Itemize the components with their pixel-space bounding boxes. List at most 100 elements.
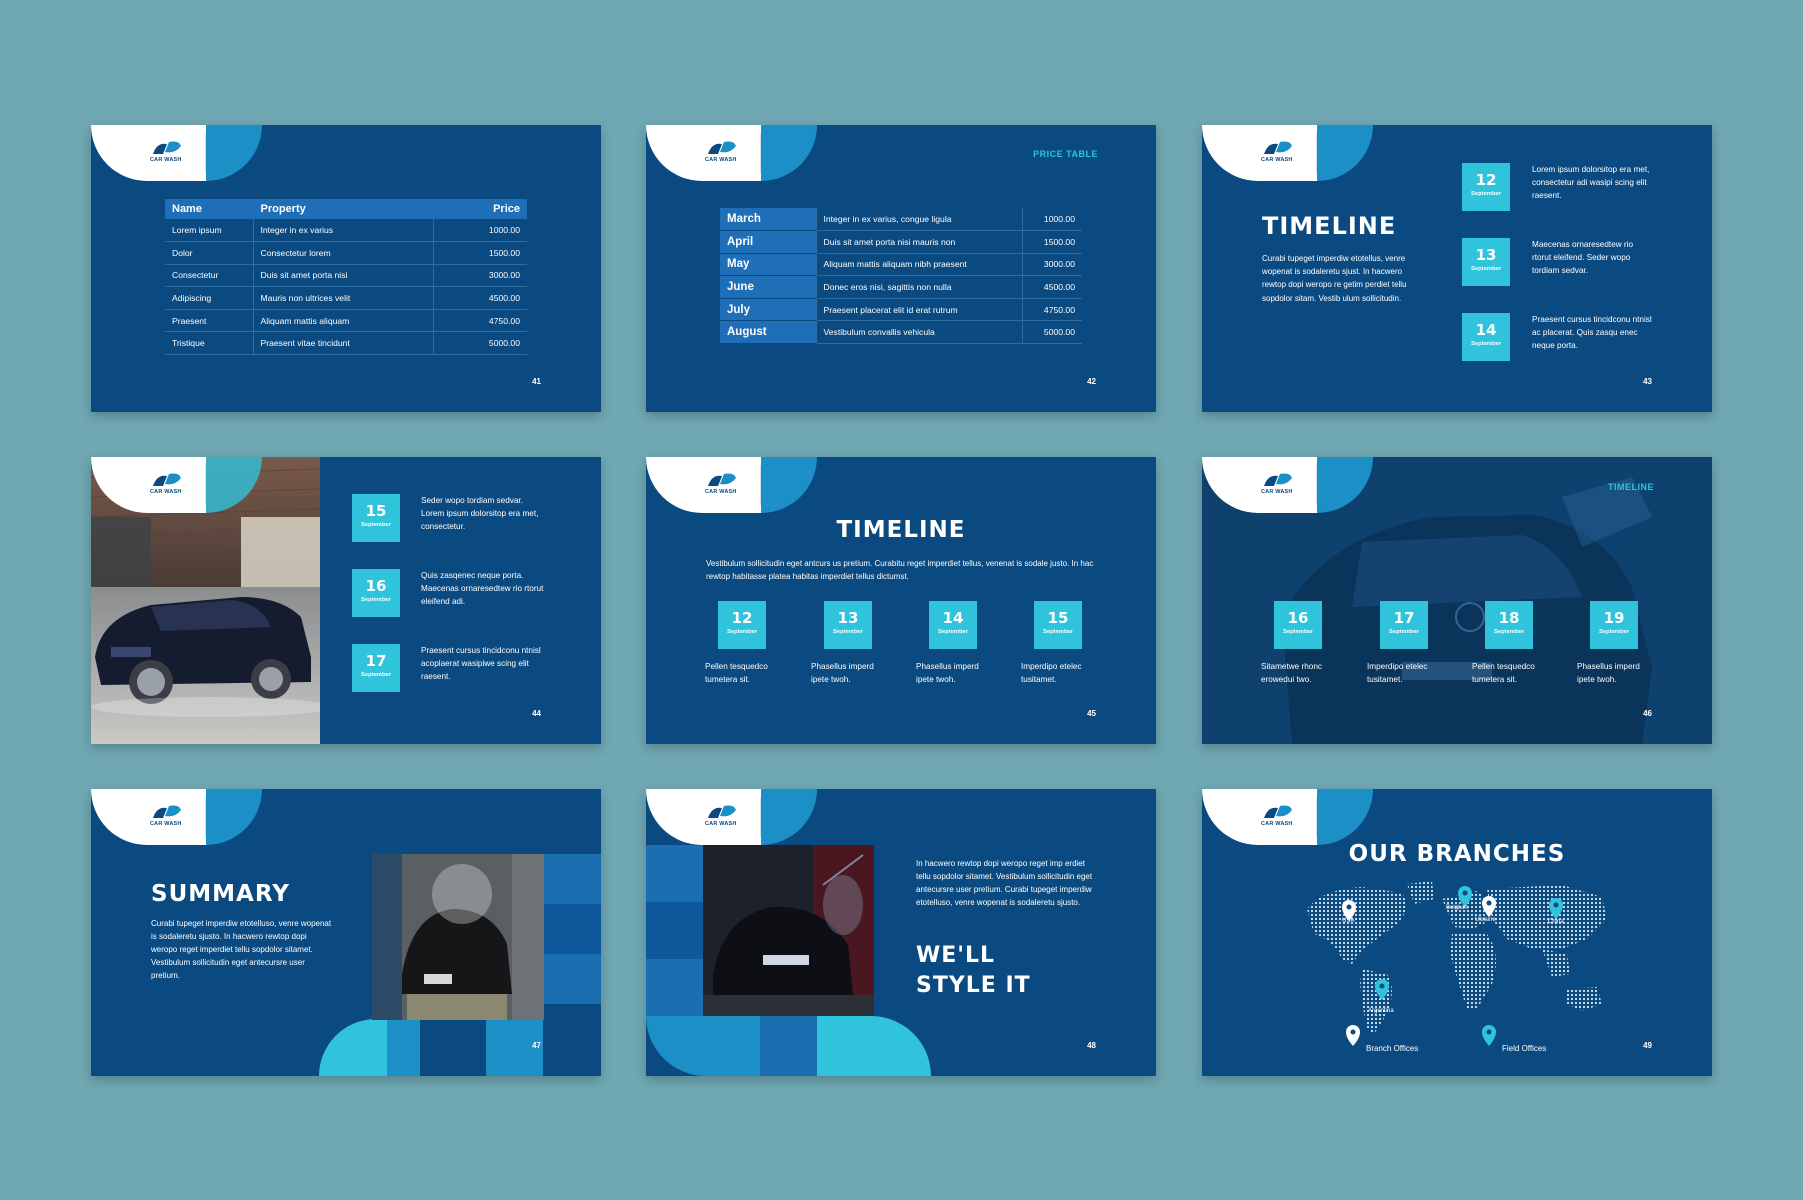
timeline-text: Seder wopo tordiam sedvar. Lorem ipsum d… <box>421 496 539 531</box>
timeline-text: Phasellus imperd ipete twoh. <box>916 662 979 684</box>
date-month: September <box>1471 266 1501 272</box>
table-row: Adipiscing Mauris non ultrices velit 4500.… <box>165 286 527 310</box>
date-month: September <box>833 629 863 635</box>
map-label-ukraine: Ukraine <box>1475 917 1496 923</box>
decor-square <box>387 1019 420 1076</box>
decor-square <box>543 854 601 904</box>
slide-41[interactable]: CAR WASH Name Property Price Lorem ipsum… <box>91 125 601 412</box>
slide-body: Curabi tupeget imperdiw etotellus, venre… <box>1262 254 1407 303</box>
date-box: 14 September <box>1462 313 1510 361</box>
branch-office-icon <box>1346 1025 1360 1046</box>
car-wash-logo-icon <box>153 141 181 154</box>
decor-square <box>420 1019 477 1076</box>
table-cell: Dolor <box>165 241 253 265</box>
map-label-belgium: Belgium <box>1446 905 1468 911</box>
logo-text: CAR WASH <box>705 821 737 827</box>
date-month: September <box>1471 191 1501 197</box>
date-month: September <box>1389 629 1419 635</box>
table-cell: 1000.00 <box>432 219 527 243</box>
logo: CAR WASH <box>91 125 206 181</box>
slide-47[interactable]: CAR WASH SUMMARY Curabi tupeget imperdiw… <box>91 789 601 1076</box>
slide-44[interactable]: CAR WASH 15 September Seder wopo tordiam … <box>91 457 601 744</box>
logo-text: CAR WASH <box>705 157 737 163</box>
date-month: September <box>361 522 391 528</box>
logo-text: CAR WASH <box>150 157 182 163</box>
table-cell: Mauris non ultrices velit <box>252 286 433 310</box>
slide-46[interactable]: CAR WASH TIMELINE 16 September Sitametwe … <box>1202 457 1712 744</box>
car-wash-logo-icon <box>1264 141 1292 154</box>
timeline-text: Maecenas ornaresedtew rio rtorut eleifen… <box>1532 240 1634 275</box>
date-box: 12 September <box>718 601 766 649</box>
timeline-text: Praesent cursus tincidconu ntnisl ac pla… <box>1532 315 1652 350</box>
logo-text: CAR WASH <box>1261 821 1293 827</box>
slide-title: TIMELINE <box>836 517 966 543</box>
page-number: 48 <box>1087 1041 1096 1050</box>
logo-text: CAR WASH <box>150 821 182 827</box>
logo: CAR WASH <box>646 457 761 513</box>
table-cell: Duis sit amet porta nisi <box>252 264 433 288</box>
table-header: Price <box>432 199 527 219</box>
table-row: March Integer in ex varius, congue ligula… <box>720 208 1082 232</box>
car-wash-photo <box>703 845 874 1016</box>
logo-arc-decoration <box>761 457 817 513</box>
slide-title: TIMELINE <box>1262 212 1397 240</box>
logo: CAR WASH <box>646 125 761 181</box>
date-day: 17 <box>365 652 387 670</box>
table-cell: 4750.00 <box>432 309 527 333</box>
table-cell: Adipiscing <box>165 286 253 310</box>
page-number: 43 <box>1643 377 1652 386</box>
slide-43[interactable]: CAR WASH TIMELINE Curabi tupeget imperdi… <box>1202 125 1712 412</box>
logo-text: CAR WASH <box>705 489 737 495</box>
page-number: 47 <box>532 1041 541 1050</box>
logo-arc-decoration <box>761 125 817 181</box>
slide-48[interactable]: CAR WASH In hacwero rewtop dopi weropo r… <box>646 789 1156 1076</box>
legend-branch-offices: Branch Offices <box>1366 1044 1419 1053</box>
date-day: 15 <box>1047 609 1069 627</box>
table-cell: Donec eros nisi, sagittis non nulla <box>815 275 1023 299</box>
table-cell: Lorem ipsum <box>165 219 253 243</box>
logo-arc-decoration <box>206 125 262 181</box>
page-number: 46 <box>1643 709 1652 718</box>
date-day: 13 <box>1475 246 1497 264</box>
month-cell: March <box>720 208 816 232</box>
date-day: 19 <box>1603 609 1625 627</box>
page-number: 45 <box>1087 709 1096 718</box>
table-cell: Praesent vitae tincidunt <box>252 331 433 356</box>
slide-49[interactable]: CAR WASH OUR BRANCHES USA Belgium Ukrain… <box>1202 789 1712 1076</box>
table-cell: Vestibulum convallis vehicula <box>815 320 1023 345</box>
date-day: 16 <box>365 577 387 595</box>
map-label-usa: USA <box>1342 918 1355 924</box>
decor-square <box>646 902 703 959</box>
table-cell: 4750.00 <box>1022 298 1082 322</box>
date-box: 17 September <box>352 644 400 692</box>
slide-45[interactable]: CAR WASH TIMELINE Vestibulum sollicitudi… <box>646 457 1156 744</box>
slide-42[interactable]: CAR WASH PRICE TABLE March Integer in ex … <box>646 125 1156 412</box>
table-cell: Consectetur <box>165 264 253 288</box>
table-row: August Vestibulum convallis vehicula 5000.… <box>720 320 1082 345</box>
car-wash-logo-icon <box>153 473 181 486</box>
date-box: 16 September <box>1274 601 1322 649</box>
decor-square <box>543 904 601 954</box>
table-cell: 4500.00 <box>432 286 527 310</box>
date-month: September <box>361 672 391 678</box>
table-cell: 1000.00 <box>1022 208 1082 232</box>
table-cell: Consectetur lorem <box>252 241 433 265</box>
slide-body: Curabi tupeget imperdiw etotelluso, venr… <box>151 919 332 980</box>
logo-arc-decoration <box>1317 125 1373 181</box>
date-box: 13 September <box>1462 238 1510 286</box>
car-wash-logo-icon <box>708 473 736 486</box>
date-month: September <box>938 629 968 635</box>
car-photo-image <box>372 854 544 1020</box>
date-day: 13 <box>837 609 859 627</box>
slide-body: In hacwero rewtop dopi weropo reget imp … <box>916 859 1093 907</box>
date-day: 17 <box>1393 609 1415 627</box>
timeline-text: Phasellus imperd ipete twoh. <box>1577 662 1640 684</box>
legend-field-offices: Field Offices <box>1502 1044 1547 1053</box>
date-box: 19 September <box>1590 601 1638 649</box>
table-cell: Praesent placerat elit id erat rutrum <box>815 298 1023 322</box>
date-month: September <box>1599 629 1629 635</box>
timeline-text: Imperdipo etelec tusitamet. <box>1367 662 1428 684</box>
table-cell: Integer in ex varius <box>252 219 433 243</box>
date-box: 18 September <box>1485 601 1533 649</box>
timeline-text: Sitametwe rhonc erowedui two. <box>1261 662 1322 684</box>
